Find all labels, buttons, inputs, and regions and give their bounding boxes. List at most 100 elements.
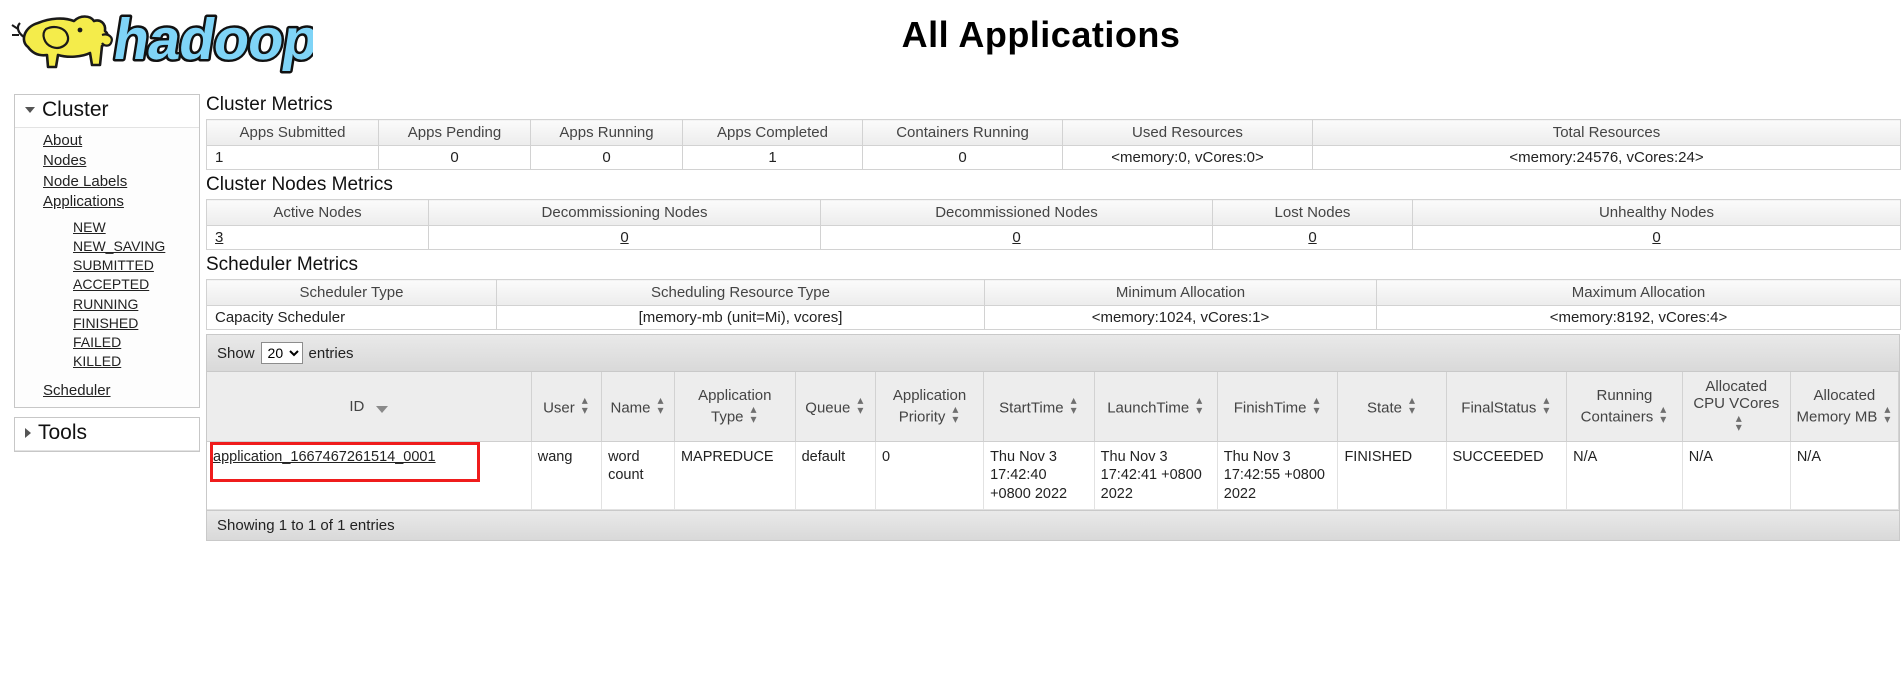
col-maximum-allocation: Maximum Allocation <box>1376 279 1901 306</box>
col-active-nodes: Active Nodes <box>206 199 429 226</box>
sort-both-icon: ▴ ▾ <box>1070 393 1077 417</box>
cell-decommissioning-nodes: 0 <box>428 225 821 250</box>
sidebar-cluster-label: Cluster <box>42 98 109 121</box>
list-item: Node Labels <box>15 172 199 192</box>
col-allocated-memory-mb[interactable]: Allocated Memory MB ▴ ▾ <box>1790 372 1900 442</box>
link-lost-nodes[interactable]: 0 <box>1308 229 1316 246</box>
val-scheduling-resource-type: [memory-mb (unit=Mi), vcores] <box>496 305 985 330</box>
table-header-row: ID User ▴ ▾ Name ▴ ▾ Application Type ▴ ▾ Queu <box>207 372 1900 442</box>
link-decommissioning-nodes[interactable]: 0 <box>620 229 628 246</box>
list-item: Scheduler <box>15 381 199 401</box>
datatable-info: Showing 1 to 1 of 1 entries <box>207 510 1899 541</box>
val-apps-completed: 1 <box>682 145 863 170</box>
list-item: ACCEPTED <box>15 275 199 294</box>
list-item: Applications <box>15 192 199 212</box>
col-queue[interactable]: Queue ▴ ▾ <box>795 372 877 442</box>
sidebar-item-about[interactable]: About <box>15 131 82 151</box>
sidebar-item-killed[interactable]: KILLED <box>15 352 121 371</box>
sort-both-icon: ▴ ▾ <box>952 402 959 426</box>
list-item: NEW_SAVING <box>15 237 199 256</box>
sidebar-tools-label: Tools <box>38 421 88 445</box>
sidebar-section-tools: Tools <box>14 417 200 453</box>
cell-finish-time: Thu Nov 3 17:42:55 +0800 2022 <box>1217 441 1339 511</box>
list-item: FINISHED <box>15 314 199 333</box>
page-title: All Applications <box>901 14 1181 55</box>
val-minimum-allocation: <memory:1024, vCores:1> <box>984 305 1377 330</box>
sidebar-cluster-header[interactable]: Cluster <box>15 95 199 128</box>
col-name[interactable]: Name ▴ ▾ <box>601 372 675 442</box>
sidebar-item-scheduler[interactable]: Scheduler <box>15 381 111 401</box>
cell-queue: default <box>795 441 877 511</box>
sidebar-item-submitted[interactable]: SUBMITTED <box>15 256 154 275</box>
cell-active-nodes: 3 <box>206 225 429 250</box>
cluster-metrics-table: Apps Submitted Apps Pending Apps Running… <box>206 119 1901 170</box>
table-row: 3 0 0 0 0 <box>206 225 1901 250</box>
cell-state: FINISHED <box>1337 441 1447 511</box>
cell-allocated-cpu-vcores: N/A <box>1682 441 1791 511</box>
table-row: application_1667467261514_0001 wang word… <box>207 441 1900 511</box>
col-apps-completed: Apps Completed <box>682 119 863 146</box>
table-header-row: Scheduler Type Scheduling Resource Type … <box>206 279 1901 306</box>
sidebar-item-nodes[interactable]: Nodes <box>15 151 86 171</box>
applications-table: ID User ▴ ▾ Name ▴ ▾ Application Type ▴ ▾ Queu <box>207 372 1900 511</box>
datatable-length-toolbar: Show 20 entries <box>207 335 1899 372</box>
sort-both-icon: ▴ ▾ <box>750 402 757 426</box>
chevron-down-icon <box>25 107 35 113</box>
sidebar: Cluster About Nodes Node Labels Applicat… <box>0 86 202 461</box>
table-header-row: Apps Submitted Apps Pending Apps Running… <box>206 119 1901 146</box>
cell-lost-nodes: 0 <box>1212 225 1413 250</box>
cluster-nodes-metrics-title: Cluster Nodes Metrics <box>206 174 393 195</box>
col-application-priority[interactable]: Application Priority ▴ ▾ <box>875 372 985 442</box>
cell-application-priority: 0 <box>875 441 985 511</box>
col-id[interactable]: ID <box>207 372 532 442</box>
cell-unhealthy-nodes: 0 <box>1412 225 1901 250</box>
sidebar-item-new-saving[interactable]: NEW_SAVING <box>15 237 165 256</box>
table-row: Capacity Scheduler [memory-mb (unit=Mi),… <box>206 305 1901 330</box>
page-size-select[interactable]: 20 <box>260 342 303 364</box>
sidebar-item-node-labels[interactable]: Node Labels <box>15 172 127 192</box>
sidebar-item-running[interactable]: RUNNING <box>15 295 138 314</box>
link-active-nodes[interactable]: 3 <box>215 229 223 246</box>
col-allocated-cpu-vcores[interactable]: Allocated CPU VCores ▴ ▾ <box>1682 372 1791 442</box>
sidebar-item-finished[interactable]: FINISHED <box>15 314 138 333</box>
col-minimum-allocation: Minimum Allocation <box>984 279 1377 306</box>
entries-label: entries <box>308 344 354 362</box>
col-apps-running: Apps Running <box>530 119 683 146</box>
sidebar-scheduler-list: Scheduler <box>15 377 199 407</box>
cell-start-time: Thu Nov 3 17:42:40 +0800 2022 <box>983 441 1095 511</box>
sidebar-cluster-list: About Nodes Node Labels Applications <box>15 128 199 218</box>
table-row: 1 0 0 1 0 <memory:0, vCores:0> <memory:2… <box>206 145 1901 170</box>
sidebar-item-new[interactable]: NEW <box>15 218 106 237</box>
col-finish-time[interactable]: FinishTime ▴ ▾ <box>1217 372 1339 442</box>
link-unhealthy-nodes[interactable]: 0 <box>1652 229 1660 246</box>
sort-both-icon: ▴ ▾ <box>1884 402 1891 426</box>
sort-both-icon: ▴ ▾ <box>581 393 588 417</box>
col-user[interactable]: User ▴ ▾ <box>531 372 603 442</box>
sort-both-icon: ▴ ▾ <box>1543 393 1550 417</box>
col-application-type[interactable]: Application Type ▴ ▾ <box>674 372 796 442</box>
sidebar-item-applications[interactable]: Applications <box>15 192 124 212</box>
val-apps-running: 0 <box>530 145 683 170</box>
application-id-link[interactable]: application_1667467261514_0001 <box>213 449 436 465</box>
cluster-nodes-metrics-table: Active Nodes Decommissioning Nodes Decom… <box>206 199 1901 250</box>
scheduler-metrics-table: Scheduler Type Scheduling Resource Type … <box>206 279 1901 330</box>
sidebar-item-accepted[interactable]: ACCEPTED <box>15 275 149 294</box>
col-launch-time[interactable]: LaunchTime ▴ ▾ <box>1094 372 1218 442</box>
col-running-containers[interactable]: Running Containers ▴ ▾ <box>1566 372 1683 442</box>
sidebar-item-failed[interactable]: FAILED <box>15 333 121 352</box>
sort-both-icon: ▴ ▾ <box>857 393 864 417</box>
col-start-time[interactable]: StartTime ▴ ▾ <box>983 372 1095 442</box>
col-final-status[interactable]: FinalStatus ▴ ▾ <box>1446 372 1568 442</box>
sidebar-tools-header[interactable]: Tools <box>15 418 199 452</box>
col-apps-pending: Apps Pending <box>378 119 531 146</box>
col-state[interactable]: State ▴ ▾ <box>1337 372 1447 442</box>
cell-allocated-memory-mb: N/A <box>1790 441 1900 511</box>
col-decommissioning-nodes: Decommissioning Nodes <box>428 199 821 226</box>
list-item: RUNNING <box>15 295 199 314</box>
show-label: Show <box>217 344 255 362</box>
link-decommissioned-nodes[interactable]: 0 <box>1012 229 1020 246</box>
col-used-resources: Used Resources <box>1062 119 1313 146</box>
list-item: FAILED <box>15 333 199 352</box>
chevron-right-icon <box>25 428 31 439</box>
cell-name: word count <box>601 441 675 511</box>
